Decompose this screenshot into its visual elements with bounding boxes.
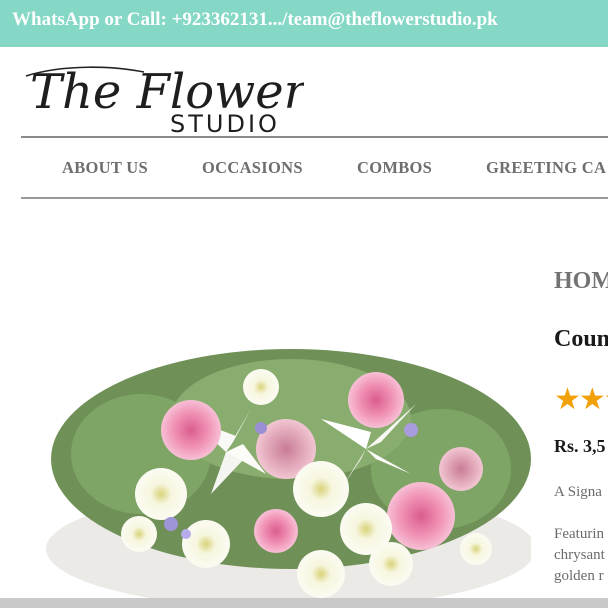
product-title: Coun [554, 326, 608, 352]
logo-studio-text: STUDIO [170, 110, 280, 136]
site-logo[interactable]: The Flower STUDIO [24, 62, 310, 138]
pink-gerbera [387, 482, 455, 550]
nav-item-combos[interactable]: COMBOS [357, 158, 432, 178]
flower-bouquet-image [46, 349, 531, 598]
horizontal-scrollbar[interactable] [0, 598, 608, 608]
nav-item-about-us[interactable]: ABOUT US [62, 158, 148, 178]
description-line: golden r [554, 568, 604, 584]
cream-chrysanthemum [293, 461, 349, 517]
star-rating-icon: ★★★ [554, 383, 608, 416]
nav-item-occasions[interactable]: OCCASIONS [202, 158, 303, 178]
breadcrumb[interactable]: HOM [554, 268, 608, 295]
nav-item-greeting-cards[interactable]: GREETING CA [486, 158, 606, 178]
description-line: Featurin [554, 526, 604, 542]
product-description-short: A Signa [554, 484, 602, 500]
product-price: Rs. 3,5 [554, 436, 606, 456]
contact-text[interactable]: WhatsApp or Call: +923362131.../team@the… [12, 9, 498, 30]
product-info-panel: HOM Coun ★★★ Rs. 3,5 A Signa Featurin ch… [554, 204, 608, 598]
main-nav: ABOUT US OCCASIONS COMBOS GREETING CA [21, 138, 608, 197]
nav-divider-bottom [21, 197, 608, 199]
description-line: chrysant [554, 547, 605, 563]
product-image[interactable] [21, 204, 531, 598]
product-description: Featurin chrysant golden r [554, 524, 605, 587]
contact-bar: WhatsApp or Call: +923362131.../team@the… [0, 0, 608, 47]
logo-graphic: The Flower STUDIO [25, 64, 310, 138]
